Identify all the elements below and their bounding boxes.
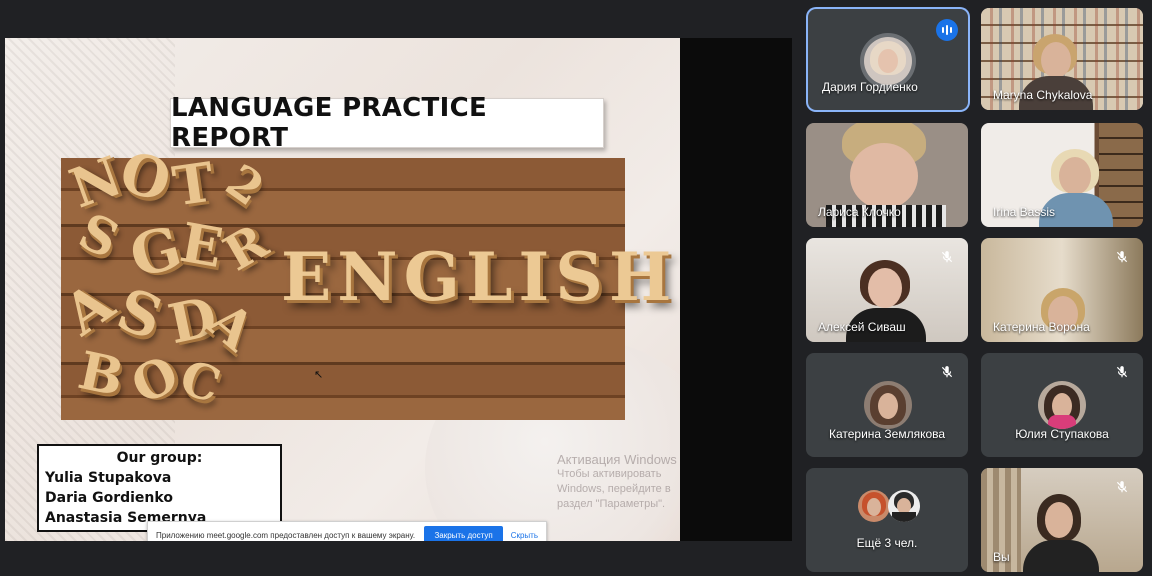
more-participants-tile[interactable]: Ещё 3 чел. bbox=[806, 468, 968, 572]
mic-off-icon bbox=[1111, 246, 1133, 268]
participant-tile[interactable]: Maryna Chykalova bbox=[981, 8, 1143, 110]
audio-level-icon bbox=[936, 19, 958, 41]
mouse-cursor-icon: ↖ bbox=[314, 369, 324, 381]
presentation-stage: LANGUAGE PRACTICE REPORT N O T 2 S G E R… bbox=[0, 0, 800, 576]
participant-name: Вы bbox=[993, 550, 1010, 564]
participant-tile[interactable]: Катерина Ворона bbox=[981, 238, 1143, 342]
participant-name: Катерина Землякова bbox=[828, 427, 946, 441]
english-letters-photo: N O T 2 S G E R A S D A B O C ENGLISH bbox=[52, 139, 671, 420]
participant-name: Лариса Клочко bbox=[818, 205, 901, 219]
group-member: Daria Gordienko bbox=[45, 490, 173, 506]
participant-name: Катерина Ворона bbox=[993, 320, 1090, 334]
slide-title: LANGUAGE PRACTICE REPORT bbox=[170, 93, 604, 153]
participant-tile[interactable]: Юлия Ступакова bbox=[981, 353, 1143, 457]
mic-off-icon bbox=[1111, 361, 1133, 383]
mic-off-icon bbox=[936, 361, 958, 383]
avatar bbox=[888, 490, 920, 522]
participant-name: Алексей Сиваш bbox=[818, 320, 906, 334]
more-participants-label: Ещё 3 чел. bbox=[856, 536, 918, 550]
participant-tile[interactable]: Катерина Землякова bbox=[806, 353, 968, 457]
hide-notice-button[interactable]: Скрыть bbox=[511, 531, 538, 540]
participant-tile[interactable]: Алексей Сиваш bbox=[806, 238, 968, 342]
participant-tile[interactable]: Лариса Клочко bbox=[806, 123, 968, 227]
participant-tile[interactable]: Irina Bassis bbox=[981, 123, 1143, 227]
stop-sharing-button[interactable]: Закрыть доступ bbox=[424, 525, 503, 541]
avatar bbox=[864, 37, 912, 85]
windows-activation-watermark: Активация Windows Чтобы активировать Win… bbox=[557, 452, 677, 510]
participant-tile[interactable]: Дария Гордиенко bbox=[808, 9, 968, 110]
avatar bbox=[1038, 381, 1086, 429]
group-members-box: Our group: Yulia Stupakova Daria Gordien… bbox=[37, 444, 282, 532]
group-heading: Our group: bbox=[116, 450, 203, 466]
avatar bbox=[858, 490, 890, 522]
participant-name: Юлия Ступакова bbox=[1015, 427, 1109, 441]
letterbox-area bbox=[680, 38, 792, 541]
screen-share-notice: Приложению meet.google.com предоставлен … bbox=[147, 521, 547, 541]
participant-name: Дария Гордиенко bbox=[822, 80, 918, 94]
share-notice-text: Приложению meet.google.com предоставлен … bbox=[156, 530, 416, 540]
shared-slide: LANGUAGE PRACTICE REPORT N O T 2 S G E R… bbox=[5, 38, 680, 541]
mic-off-icon bbox=[936, 246, 958, 268]
self-view-tile[interactable]: Вы bbox=[981, 468, 1143, 572]
avatar bbox=[864, 381, 912, 429]
english-word: ENGLISH bbox=[281, 238, 678, 316]
participant-name: Maryna Chykalova bbox=[993, 88, 1093, 102]
mic-off-icon bbox=[1111, 476, 1133, 498]
participant-name: Irina Bassis bbox=[993, 205, 1056, 219]
group-member: Yulia Stupakova bbox=[45, 470, 172, 486]
